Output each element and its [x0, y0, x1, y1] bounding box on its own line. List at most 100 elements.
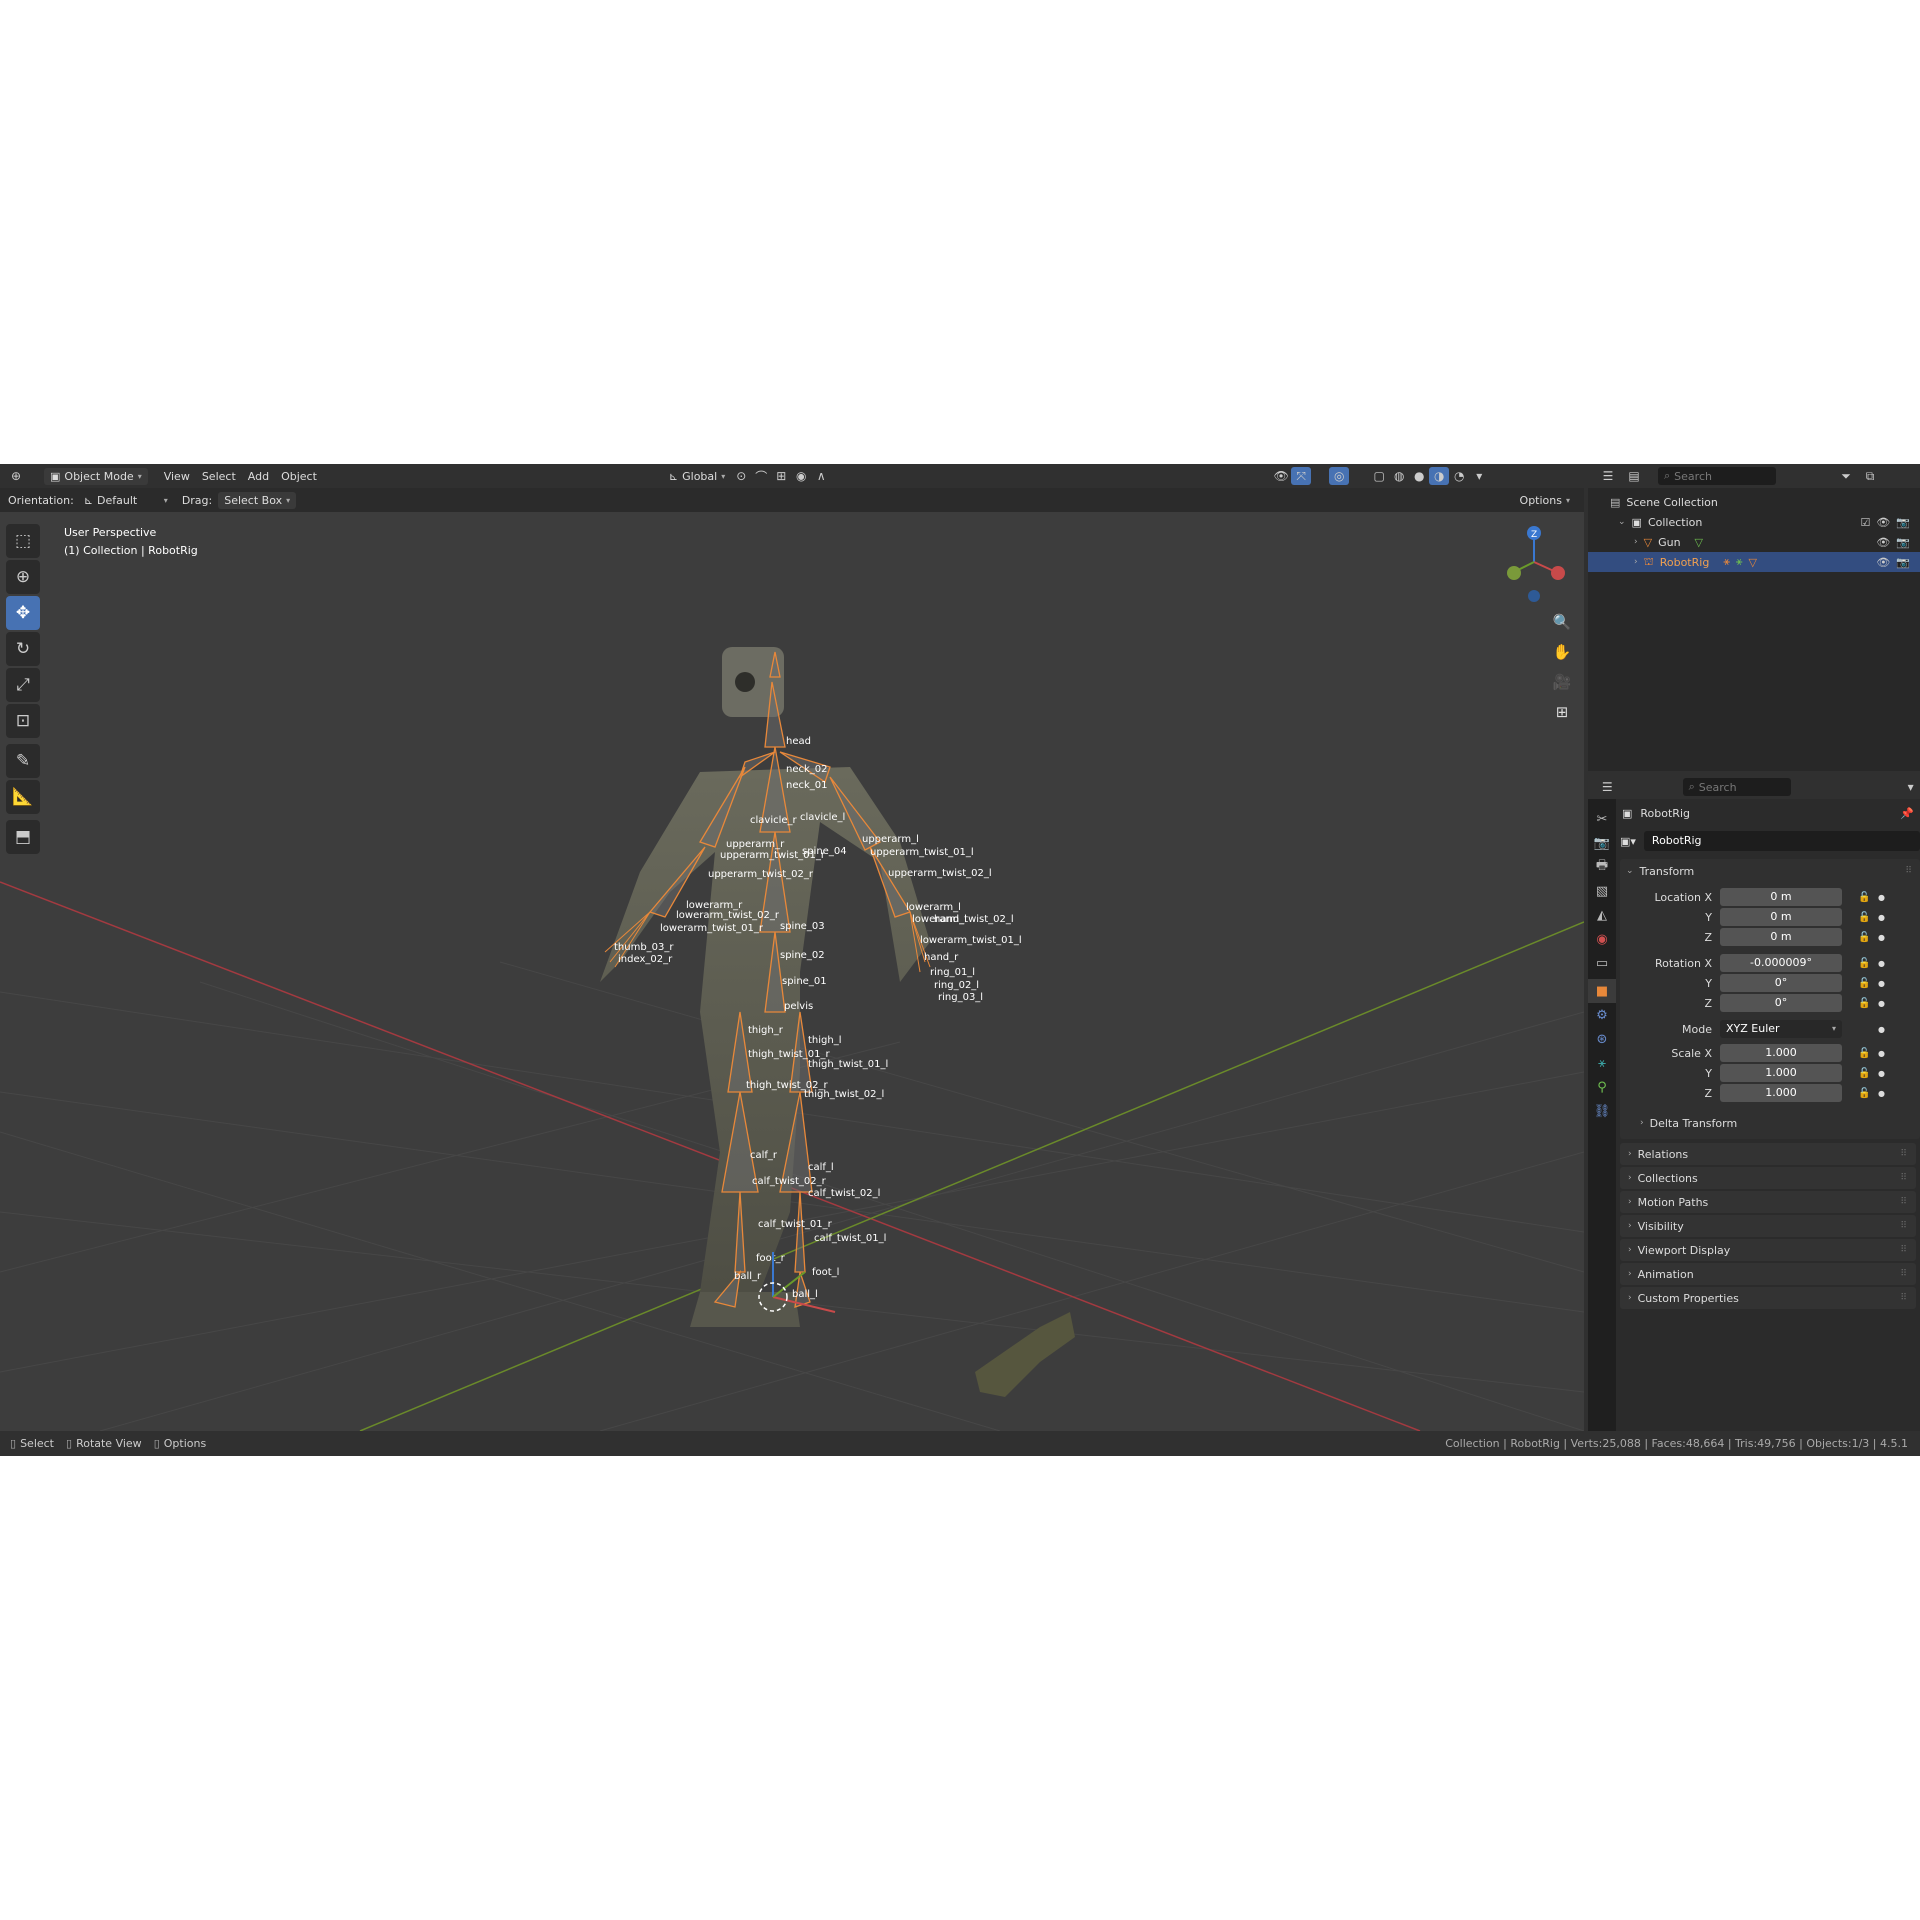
lock-icon[interactable]: 🔓 [1858, 912, 1870, 923]
neg-z-axis-icon[interactable] [1528, 590, 1540, 602]
world-tab-icon[interactable]: ◉ [1588, 927, 1616, 951]
tool-tab-icon[interactable]: ✂ [1588, 807, 1616, 831]
armature-data-tab-icon[interactable]: ⚲ [1588, 1075, 1616, 1099]
location-z-field[interactable]: 0 m [1720, 928, 1842, 946]
options-dropdown[interactable]: Options ▾ [1514, 492, 1576, 509]
rotation-z-field[interactable]: 0° [1720, 994, 1842, 1012]
render-tab-icon[interactable]: 📷 [1588, 831, 1616, 855]
lock-icon[interactable]: 🔓 [1858, 998, 1870, 1009]
visibility-icon[interactable]: 👁 [1271, 467, 1291, 485]
drag-dropdown[interactable]: Select Box ▾ [218, 491, 297, 509]
eye-icon[interactable]: 👁 [1876, 516, 1890, 529]
chevron-down-icon[interactable]: ▾ [1469, 467, 1489, 485]
bone-constraint-tab-icon[interactable]: ⛓ [1588, 1099, 1616, 1123]
eye-icon[interactable]: 👁 [1876, 556, 1890, 569]
ortho-grid-icon[interactable]: ⊞ [1548, 698, 1576, 726]
location-x-field[interactable]: 0 m [1720, 888, 1842, 906]
measure-icon[interactable]: 📐 [6, 780, 40, 814]
wireframe-shading-icon[interactable]: ◍ [1389, 467, 1409, 485]
falloff-icon[interactable]: ∧ [811, 467, 831, 485]
drag-handle-icon[interactable]: ⠿ [1900, 1149, 1908, 1159]
xray-icon[interactable]: ▢ [1369, 467, 1389, 485]
menu-select[interactable]: Select [196, 468, 242, 485]
keyframe-dot-icon[interactable]: ● [1878, 893, 1885, 902]
eye-icon[interactable]: 👁 [1876, 536, 1890, 549]
object-name-field[interactable]: RobotRig [1643, 831, 1920, 851]
transform-orientation-dropdown[interactable]: ⊾ Global ▾ [663, 468, 731, 485]
rotation-y-field[interactable]: 0° [1720, 974, 1842, 992]
new-collection-icon[interactable]: ⧉ [1860, 467, 1880, 485]
keyframe-dot-icon[interactable]: ● [1878, 1089, 1885, 1098]
select-box-icon[interactable]: ⬚ [6, 524, 40, 558]
lock-icon[interactable]: 🔓 [1858, 892, 1870, 903]
panel-animation[interactable]: › Animation ⠿ [1620, 1263, 1916, 1285]
add-cube-icon[interactable]: ⬒ [6, 820, 40, 854]
snap-icon[interactable]: ⌒ [751, 467, 771, 485]
rotate-icon[interactable]: ↻ [6, 632, 40, 666]
physics-tab-icon[interactable]: ⚹ [1588, 1051, 1616, 1075]
location-y-field[interactable]: 0 m [1720, 908, 1842, 926]
lock-icon[interactable]: 🔓 [1858, 1048, 1870, 1059]
keyframe-dot-icon[interactable]: ● [1878, 1049, 1885, 1058]
material-shading-icon[interactable]: ◑ [1429, 467, 1450, 485]
output-tab-icon[interactable]: 🖶 [1588, 855, 1616, 879]
overlays-icon[interactable]: ◎ [1329, 467, 1350, 485]
transform-icon[interactable]: ⊡ [6, 704, 40, 738]
object-datablock-icon[interactable]: ▣▾ [1620, 835, 1636, 848]
panel-viewport-display[interactable]: › Viewport Display ⠿ [1620, 1239, 1916, 1261]
zoom-icon[interactable]: 🔍 [1548, 608, 1576, 636]
menu-object[interactable]: Object [275, 468, 323, 485]
panel-motion-paths[interactable]: › Motion Paths ⠿ [1620, 1191, 1916, 1213]
annotate-icon[interactable]: ✎ [6, 744, 40, 778]
keyframe-dot-icon[interactable]: ● [1878, 913, 1885, 922]
lock-icon[interactable]: 🔓 [1858, 932, 1870, 943]
collection-tab-icon[interactable]: ▭ [1588, 951, 1616, 975]
chevron-down-icon[interactable]: ▾ [1901, 778, 1920, 796]
editor-type-icon[interactable]: ⊕ [6, 467, 26, 485]
x-axis-icon[interactable] [1551, 566, 1565, 580]
drag-handle-icon[interactable]: ⠿ [1900, 1293, 1908, 1303]
filter-icon[interactable]: ⏷ [1836, 467, 1856, 485]
properties-search[interactable]: ⌕ Search [1682, 778, 1792, 796]
particles-tab-icon[interactable]: ⊛ [1588, 1027, 1616, 1051]
editor-type-icon[interactable]: ☰ [1598, 467, 1618, 485]
mode-dropdown[interactable]: ▣ Object Mode ▾ [44, 467, 148, 485]
transform-panel-header[interactable]: ⌄ Transform ⠿ [1620, 859, 1920, 883]
scale-y-field[interactable]: 1.000 [1720, 1064, 1842, 1082]
keyframe-dot-icon[interactable]: ● [1878, 933, 1885, 942]
panel-collections[interactable]: › Collections ⠿ [1620, 1167, 1916, 1189]
drag-handle-icon[interactable]: ⠿ [1905, 866, 1912, 876]
orientation-dropdown[interactable]: ⊾ Default ▾ [78, 492, 174, 509]
chevron-right-icon[interactable]: › [1634, 537, 1638, 547]
panel-relations[interactable]: › Relations ⠿ [1620, 1143, 1916, 1165]
outliner-search[interactable]: ⌕ Search [1658, 467, 1776, 485]
drag-handle-icon[interactable]: ⠿ [1900, 1245, 1908, 1255]
pan-hand-icon[interactable]: ✋ [1548, 638, 1576, 666]
drag-handle-icon[interactable]: ⠿ [1900, 1269, 1908, 1279]
display-mode-icon[interactable]: ▤ [1624, 467, 1644, 485]
snap-target-icon[interactable]: ⊞ [771, 467, 791, 485]
chevron-down-icon[interactable]: ⌄ [1618, 517, 1626, 527]
scale-icon[interactable]: ⤢ [6, 668, 40, 702]
y-axis-icon[interactable] [1507, 566, 1521, 580]
proportional-edit-icon[interactable]: ◉ [791, 467, 811, 485]
outliner-item-robotrig[interactable]: › ⛫ RobotRig ⚹ ⚹ ▽ 👁 📷 [1588, 552, 1920, 572]
drag-handle-icon[interactable]: ⠿ [1900, 1221, 1908, 1231]
scale-x-field[interactable]: 1.000 [1720, 1044, 1842, 1062]
rotation-x-field[interactable]: -0.000009° [1720, 954, 1842, 972]
lock-icon[interactable]: 🔓 [1858, 978, 1870, 989]
drag-handle-icon[interactable]: ⠿ [1900, 1173, 1908, 1183]
chevron-right-icon[interactable]: › [1634, 557, 1638, 567]
solid-shading-icon[interactable]: ● [1409, 467, 1429, 485]
render-camera-icon[interactable]: 📷 [1896, 556, 1910, 569]
scale-z-field[interactable]: 1.000 [1720, 1084, 1842, 1102]
delta-transform-subpanel[interactable]: › Delta Transform [1620, 1113, 1920, 1133]
camera-icon[interactable]: 🎥 [1548, 668, 1576, 696]
panel-custom-properties[interactable]: › Custom Properties ⠿ [1620, 1287, 1916, 1309]
keyframe-dot-icon[interactable]: ● [1878, 1025, 1885, 1034]
pin-icon[interactable]: 📌 [1900, 807, 1914, 820]
rotation-mode-select[interactable]: XYZ Euler ▾ [1720, 1020, 1842, 1038]
scene-collection-row[interactable]: ▤ Scene Collection [1588, 492, 1920, 512]
keyframe-dot-icon[interactable]: ● [1878, 959, 1885, 968]
menu-add[interactable]: Add [242, 468, 275, 485]
